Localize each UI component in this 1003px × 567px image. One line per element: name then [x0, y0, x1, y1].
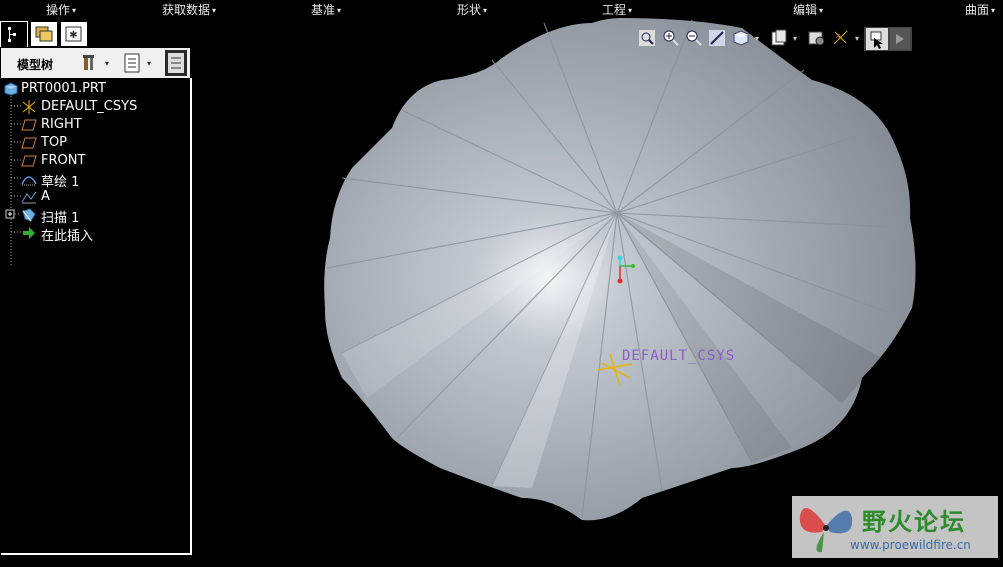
watermark-url: www.proewildfire.cn — [850, 538, 971, 552]
select-icon[interactable] — [866, 28, 888, 50]
panel-border — [1, 553, 192, 555]
tree-item-top[interactable]: TOP — [1, 134, 190, 152]
chevron-down-icon[interactable]: ▾ — [105, 59, 109, 68]
datum-plane-icon — [21, 119, 37, 131]
menu-operation[interactable]: 操作 ▾ — [46, 1, 76, 18]
tree-item-sweep[interactable]: 扫描 1 — [1, 206, 190, 226]
csys-label: DEFAULT_CSYS — [622, 348, 736, 364]
graphics-viewport[interactable] — [192, 18, 1003, 563]
chevron-down-icon: ▾ — [212, 6, 217, 15]
menu-datum[interactable]: 基准 ▾ — [311, 1, 341, 18]
favorites-icon: ✱ — [65, 26, 82, 42]
tab-model-tree[interactable] — [0, 21, 28, 47]
watermark-title: 野火论坛 — [862, 508, 966, 536]
chevron-down-icon: ▾ — [337, 6, 342, 15]
menu-surface[interactable]: 曲面 ▾ — [965, 1, 995, 18]
tree-item-front[interactable]: FRONT — [1, 152, 190, 170]
folder-icon — [35, 26, 53, 42]
chevron-down-icon[interactable]: ▾ — [755, 34, 759, 43]
chevron-down-icon[interactable]: ▾ — [793, 34, 797, 43]
view-toolbar: ▾ ▾ x ▾ — [636, 27, 916, 51]
menu-get-data[interactable]: 获取数据 ▾ — [162, 1, 216, 18]
tree-icon — [8, 27, 16, 42]
part-icon — [4, 82, 18, 96]
model-tree-panel: 模型树 ▾ ▾ PRT0001.PRT DEFAULT_CSYS RIGHT T… — [0, 47, 192, 555]
menu-shape[interactable]: 形状 ▾ — [457, 1, 487, 18]
tree-item-right[interactable]: RIGHT — [1, 116, 190, 134]
menu-engineering[interactable]: 工程 ▾ — [602, 1, 632, 18]
datum-display-icon[interactable]: x — [832, 29, 850, 47]
chevron-down-icon: ▾ — [483, 6, 488, 15]
chevron-down-icon: ▾ — [819, 6, 824, 15]
refit-icon[interactable] — [638, 29, 656, 47]
tab-favorites[interactable]: ✱ — [60, 21, 88, 47]
butterfly-logo-icon — [799, 508, 853, 553]
menu-edit[interactable]: 编辑 ▾ — [793, 1, 823, 18]
svg-text:✱: ✱ — [69, 30, 77, 41]
saved-views-icon[interactable] — [770, 29, 788, 47]
chevron-down-icon: ▾ — [72, 6, 77, 15]
chevron-down-icon: ▾ — [991, 6, 996, 15]
zoom-out-icon[interactable] — [685, 29, 703, 47]
chevron-down-icon[interactable]: ▾ — [855, 34, 859, 43]
model-tree-title: 模型树 — [17, 58, 54, 72]
tree-item-part[interactable]: PRT0001.PRT — [1, 80, 190, 98]
column-options-icon[interactable] — [165, 50, 187, 76]
filter-icon[interactable] — [890, 28, 910, 50]
tree-item-sketch[interactable]: 草绘 1 — [1, 170, 190, 190]
sweep-icon — [22, 208, 36, 222]
zoom-in-icon[interactable] — [662, 29, 680, 47]
svg-text:x: x — [836, 32, 840, 40]
display-style-icon[interactable] — [732, 29, 750, 47]
view-manager-icon[interactable] — [808, 29, 826, 47]
tab-folder-browser[interactable] — [30, 21, 58, 47]
repaint-icon[interactable] — [708, 29, 726, 47]
csys-icon — [22, 100, 36, 114]
tree-item-axis[interactable]: A — [1, 188, 190, 206]
forum-watermark: 野火论坛 www.proewildfire.cn — [792, 496, 998, 558]
datum-plane-icon — [21, 137, 37, 149]
axis-icon — [21, 191, 37, 204]
tree-item-default-csys[interactable]: DEFAULT_CSYS — [1, 98, 190, 116]
chevron-down-icon: ▾ — [628, 6, 633, 15]
tree-item-insert-here[interactable]: 在此插入 — [1, 224, 190, 244]
show-list-icon[interactable] — [123, 53, 141, 73]
sketch-icon — [21, 176, 37, 186]
datum-plane-icon — [21, 155, 37, 167]
insert-arrow-icon — [23, 227, 35, 239]
settings-tool-icon[interactable] — [81, 53, 99, 73]
menu-bar: 操作 ▾ 获取数据 ▾ 基准 ▾ 形状 ▾ 工程 ▾ 编辑 ▾ 曲面 ▾ — [0, 0, 1003, 18]
panel-border — [190, 78, 192, 555]
chevron-down-icon[interactable]: ▾ — [147, 59, 151, 68]
umbrella-surface-model — [324, 18, 916, 521]
model-tree-toolbar: 模型树 ▾ ▾ — [1, 48, 190, 79]
